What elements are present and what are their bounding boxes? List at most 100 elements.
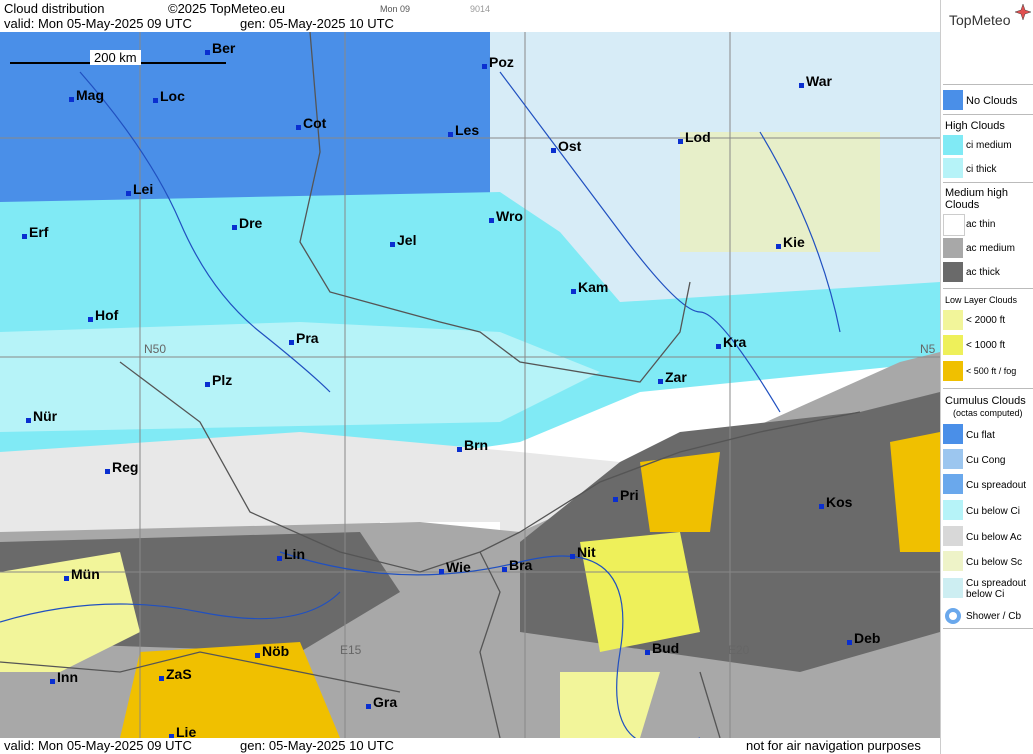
city-name: Jel — [397, 232, 417, 248]
city-label: Reg — [105, 459, 138, 475]
city-label: Ber — [205, 40, 236, 56]
legend-panel: TopMeteo No Clouds High Clouds ci medium… — [940, 0, 1033, 754]
city-name: Poz — [489, 54, 514, 70]
legend-separator — [943, 288, 1033, 289]
city-name: Les — [455, 122, 480, 138]
legend-low-500: < 500 ft / fog — [966, 366, 1017, 376]
city-label: Lod — [678, 129, 711, 145]
swatch-no-clouds — [943, 90, 963, 110]
legend-separator — [943, 628, 1033, 629]
city-name: Kos — [826, 494, 853, 510]
legend-high-header: High Clouds — [945, 120, 1005, 132]
swatch-ci-medium — [943, 135, 963, 155]
cloud-map[interactable]: 200 km N50 N5 E15 E20 Ber Poz Mag Loc War Cot… — [0, 32, 940, 740]
city-name: Gra — [373, 694, 398, 710]
city-marker-icon — [489, 218, 494, 223]
legend-cu-spreadout: Cu spreadout — [966, 480, 1027, 491]
valid-time: valid: Mon 05-May-2025 09 UTC — [4, 16, 192, 31]
city-label: Inn — [50, 669, 78, 685]
city-name: Bra — [509, 557, 533, 573]
city-name: Mün — [71, 566, 100, 582]
city-marker-icon — [289, 340, 294, 345]
copyright: ©2025 TopMeteo.eu — [168, 1, 286, 16]
grid-label-e15: E15 — [340, 643, 362, 657]
city-label: Jel — [390, 232, 417, 248]
city-label: Les — [448, 122, 480, 138]
city-name: Brn — [464, 437, 489, 453]
city-name: Bud — [652, 640, 680, 656]
city-marker-icon — [658, 379, 663, 384]
city-label: Bud — [645, 640, 680, 656]
city-marker-icon — [570, 554, 575, 559]
city-marker-icon — [26, 418, 31, 423]
map-code: 9014 — [470, 4, 491, 14]
city-marker-icon — [366, 704, 371, 709]
legend-medium-header: Medium high Clouds — [945, 187, 1008, 211]
city-marker-icon — [613, 497, 618, 502]
legend-low-header: Low Layer Clouds — [945, 295, 1018, 305]
legend-separator — [943, 182, 1033, 183]
city-name: War — [806, 73, 832, 89]
swatch-cu-below-sc — [943, 551, 963, 571]
swatch-low-500 — [943, 361, 963, 381]
city-label: Cot — [296, 115, 326, 131]
city-name: Lei — [133, 181, 154, 197]
city-label: ZaS — [159, 666, 192, 682]
city-marker-icon — [296, 125, 301, 130]
legend-ci-medium: ci medium — [966, 140, 1012, 151]
city-label: Lei — [126, 181, 154, 197]
legend-cu-spreadout-below-ci: Cu spreadout below Ci — [966, 578, 1027, 600]
scale-label: 200 km — [90, 50, 141, 65]
city-marker-icon — [205, 382, 210, 387]
city-name: Zar — [665, 369, 687, 385]
low-cloud-central — [580, 532, 700, 652]
legend-separator — [943, 388, 1033, 389]
legend-cu-below-sc: Cu below Sc — [966, 557, 1023, 568]
legend-ac-medium: ac medium — [966, 243, 1015, 254]
legend-no-clouds: No Clouds — [966, 95, 1018, 107]
city-label: Brn — [457, 437, 489, 453]
city-marker-icon — [277, 556, 282, 561]
city-name: Ber — [212, 40, 236, 56]
city-name: Plz — [212, 372, 233, 388]
city-marker-icon — [105, 469, 110, 474]
city-marker-icon — [69, 97, 74, 102]
city-label: Bra — [502, 557, 533, 573]
legend-cu-sub: (octas computed) — [953, 408, 1023, 418]
city-label: Kra — [716, 334, 746, 350]
cu-below-sc-area — [680, 132, 880, 252]
city-label: Wro — [489, 208, 523, 224]
city-marker-icon — [799, 83, 804, 88]
city-marker-icon — [448, 132, 453, 137]
legend-ac-thin: ac thin — [966, 219, 996, 230]
city-marker-icon — [126, 191, 131, 196]
city-marker-icon — [819, 504, 824, 509]
city-name: Ost — [558, 138, 582, 154]
city-name: Nür — [33, 408, 58, 424]
city-name: Inn — [57, 669, 78, 685]
city-label: Zar — [658, 369, 687, 385]
city-marker-icon — [482, 64, 487, 69]
grid-label-n50: N50 — [144, 342, 167, 356]
city-marker-icon — [50, 679, 55, 684]
city-marker-icon — [153, 98, 158, 103]
city-name: Kam — [578, 279, 609, 295]
legend-ci-thick: ci thick — [966, 164, 997, 175]
city-label: Plz — [205, 372, 233, 388]
city-marker-icon — [645, 650, 650, 655]
city-name: Loc — [160, 88, 185, 104]
city-name: Pra — [296, 330, 319, 346]
city-name: Nit — [577, 544, 596, 560]
city-label: Nür — [26, 408, 58, 424]
grid-label-n5: N5 — [920, 342, 936, 356]
city-label: Lin — [277, 546, 305, 562]
city-name: Lin — [284, 546, 305, 562]
city-label: Poz — [482, 54, 514, 70]
fog-east — [640, 452, 720, 532]
legend-low-2000: < 2000 ft — [966, 315, 1006, 326]
city-name: Erf — [29, 224, 49, 240]
scale-bar: 200 km — [10, 50, 226, 66]
city-marker-icon — [205, 50, 210, 55]
city-label: Nöb — [255, 643, 289, 659]
time-tab[interactable]: Mon 09 — [380, 4, 410, 14]
